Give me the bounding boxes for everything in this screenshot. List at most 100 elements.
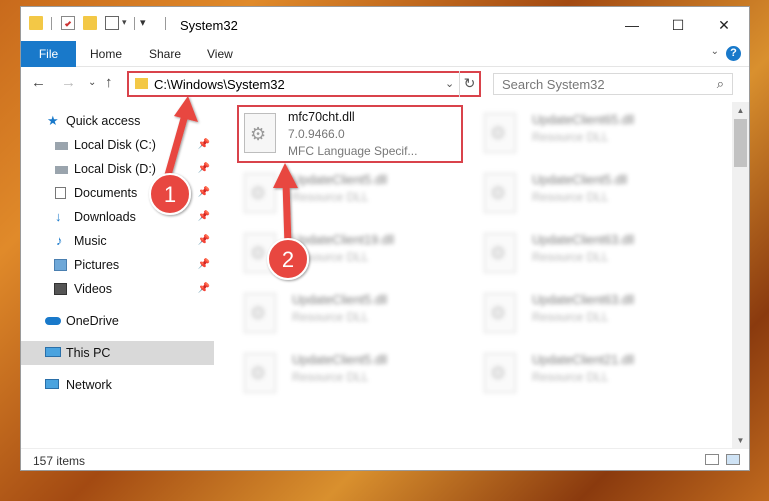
item-count: 157 items	[33, 454, 86, 468]
gear-icon: ⚙	[490, 123, 507, 143]
file-item-highlighted[interactable]: ⚙ mfc70cht.dll 7.0.9466.0 MFC Language S…	[236, 104, 463, 163]
sidebar-item-downloads[interactable]: ↓ Downloads 📌	[21, 205, 214, 229]
file-item[interactable]: ⚙ UpdateClient5.dll Resource DLL	[240, 347, 460, 403]
gear-icon: ⚙	[490, 363, 507, 383]
file-item[interactable]: ⚙ UpdateClient19.dll Resource DLL	[240, 227, 460, 283]
vertical-scrollbar[interactable]: ▲ ▼	[732, 102, 749, 449]
gear-icon: ⚙	[250, 183, 267, 203]
sidebar-item-label: Network	[66, 378, 112, 392]
pin-icon: 📌	[197, 283, 210, 294]
computer-icon	[45, 347, 61, 357]
customize-qa-dropdown-icon[interactable]: ▾	[122, 17, 127, 28]
pin-icon: 📌	[197, 259, 210, 270]
sidebar-item-label: Local Disk (C:)	[74, 138, 156, 152]
ribbon-tabs: File Home Share View ⌄ ?	[21, 41, 749, 67]
file-type: Resource DLL	[532, 370, 609, 384]
music-icon: ♪	[56, 233, 63, 248]
details-view-icon[interactable]	[705, 454, 719, 465]
pin-icon: 📌	[197, 235, 210, 246]
scroll-up-icon[interactable]: ▲	[732, 102, 749, 119]
file-item[interactable]: ⚙ UpdateClient5.dll Resource DLL	[480, 167, 700, 223]
address-path[interactable]: C:\Windows\System32	[154, 77, 285, 92]
gear-icon: ⚙	[250, 303, 267, 323]
file-name: mfc70cht.dll	[288, 110, 355, 124]
cloud-icon	[45, 317, 61, 325]
sidebar-item-label: Pictures	[74, 258, 120, 272]
file-name: UpdateClient5.dll	[532, 173, 628, 187]
refresh-button[interactable]: ↻	[459, 71, 479, 97]
file-type: Resource DLL	[532, 310, 609, 324]
close-button[interactable]: ✕	[701, 12, 747, 38]
file-type: Resource DLL	[292, 370, 369, 384]
sidebar-item-documents[interactable]: Documents 📌	[21, 181, 214, 205]
tab-share[interactable]: Share	[149, 41, 181, 67]
file-name: UpdateClient5.dll	[292, 293, 388, 307]
qa-toolbar-chevron-icon[interactable]: ▾	[140, 16, 146, 29]
search-placeholder: Search System32	[502, 77, 605, 92]
sidebar-item-quick-access[interactable]: ★ Quick access	[21, 109, 214, 133]
navigation-pane: ★ Quick access Local Disk (C:) 📌 Local D…	[21, 102, 214, 442]
sidebar-item-local-disk-c[interactable]: Local Disk (C:) 📌	[21, 133, 214, 157]
large-icons-view-icon[interactable]	[726, 454, 740, 465]
file-item[interactable]: ⚙ UpdateClient65.dll Resource DLL	[480, 107, 700, 163]
sidebar-item-onedrive[interactable]: OneDrive	[21, 309, 214, 333]
tab-home[interactable]: Home	[90, 41, 122, 67]
folder-icon	[135, 78, 148, 89]
gear-icon: ⚙	[490, 183, 507, 203]
sidebar-item-label: This PC	[66, 346, 111, 360]
search-input[interactable]: Search System32 ⌕	[493, 73, 733, 95]
file-name: UpdateClient21.dll	[532, 353, 635, 367]
view-layout-icon[interactable]	[105, 16, 119, 30]
network-icon	[45, 379, 59, 389]
folder-icon	[29, 16, 43, 30]
navigation-bar: ← → ⌄ ↑ C:\Windows\System32 ⌄ ↻ Search S…	[21, 68, 749, 100]
ribbon-expand-icon[interactable]: ⌄	[711, 46, 719, 57]
sidebar-item-label: Music	[74, 234, 107, 248]
window-title: System32	[180, 18, 238, 33]
file-item[interactable]: ⚙ UpdateClient21.dll Resource DLL	[480, 347, 700, 403]
search-icon[interactable]: ⌕	[717, 76, 724, 92]
new-folder-icon[interactable]	[83, 16, 97, 30]
pin-icon: 📌	[197, 139, 210, 150]
file-item[interactable]: ⚙ UpdateClient63.dll Resource DLL	[480, 287, 700, 343]
status-bar: 157 items	[21, 448, 749, 470]
sidebar-item-pictures[interactable]: Pictures 📌	[21, 253, 214, 277]
scroll-down-icon[interactable]: ▼	[732, 432, 749, 449]
file-type: Resource DLL	[532, 130, 609, 144]
file-item[interactable]: ⚙ UpdateClient5.dll Resource DLL	[240, 287, 460, 343]
scroll-thumb[interactable]	[734, 119, 747, 167]
sidebar-item-label: OneDrive	[66, 314, 119, 328]
file-name: UpdateClient63.dll	[532, 293, 635, 307]
file-name: UpdateClient5.dll	[292, 173, 388, 187]
file-type: Resource DLL	[292, 190, 369, 204]
sidebar-item-local-disk-d[interactable]: Local Disk (D:) 📌	[21, 157, 214, 181]
address-bar[interactable]: C:\Windows\System32 ⌄ ↻	[127, 71, 481, 97]
sidebar-item-videos[interactable]: Videos 📌	[21, 277, 214, 301]
minimize-button[interactable]: —	[609, 12, 655, 38]
help-icon[interactable]: ?	[726, 46, 741, 61]
sidebar-item-label: Downloads	[74, 210, 136, 224]
sidebar-item-network[interactable]: Network	[21, 373, 214, 397]
file-name: UpdateClient63.dll	[532, 233, 635, 247]
sidebar-item-label: Videos	[74, 282, 112, 296]
sidebar-item-this-pc[interactable]: This PC	[21, 341, 214, 365]
address-dropdown-icon[interactable]: ⌄	[445, 77, 454, 90]
maximize-button[interactable]: ☐	[655, 12, 701, 38]
forward-button[interactable]: →	[61, 74, 76, 91]
file-type: Resource DLL	[292, 250, 369, 264]
file-type: Resource DLL	[532, 250, 609, 264]
file-item[interactable]: ⚙ UpdateClient63.dll Resource DLL	[480, 227, 700, 283]
properties-icon[interactable]	[61, 16, 75, 30]
recent-locations-icon[interactable]: ⌄	[88, 77, 96, 88]
sidebar-item-music[interactable]: ♪ Music 📌	[21, 229, 214, 253]
file-item[interactable]: ⚙ UpdateClient5.dll Resource DLL	[240, 167, 460, 223]
pictures-icon	[54, 259, 67, 271]
tab-view[interactable]: View	[207, 41, 233, 67]
divider	[165, 17, 166, 30]
file-description: MFC Language Specif...	[288, 144, 418, 158]
pin-icon: 📌	[197, 187, 210, 198]
tab-file[interactable]: File	[21, 41, 76, 67]
file-name: UpdateClient19.dll	[292, 233, 395, 247]
back-button[interactable]: ←	[31, 74, 46, 91]
up-button[interactable]: ↑	[105, 74, 113, 91]
